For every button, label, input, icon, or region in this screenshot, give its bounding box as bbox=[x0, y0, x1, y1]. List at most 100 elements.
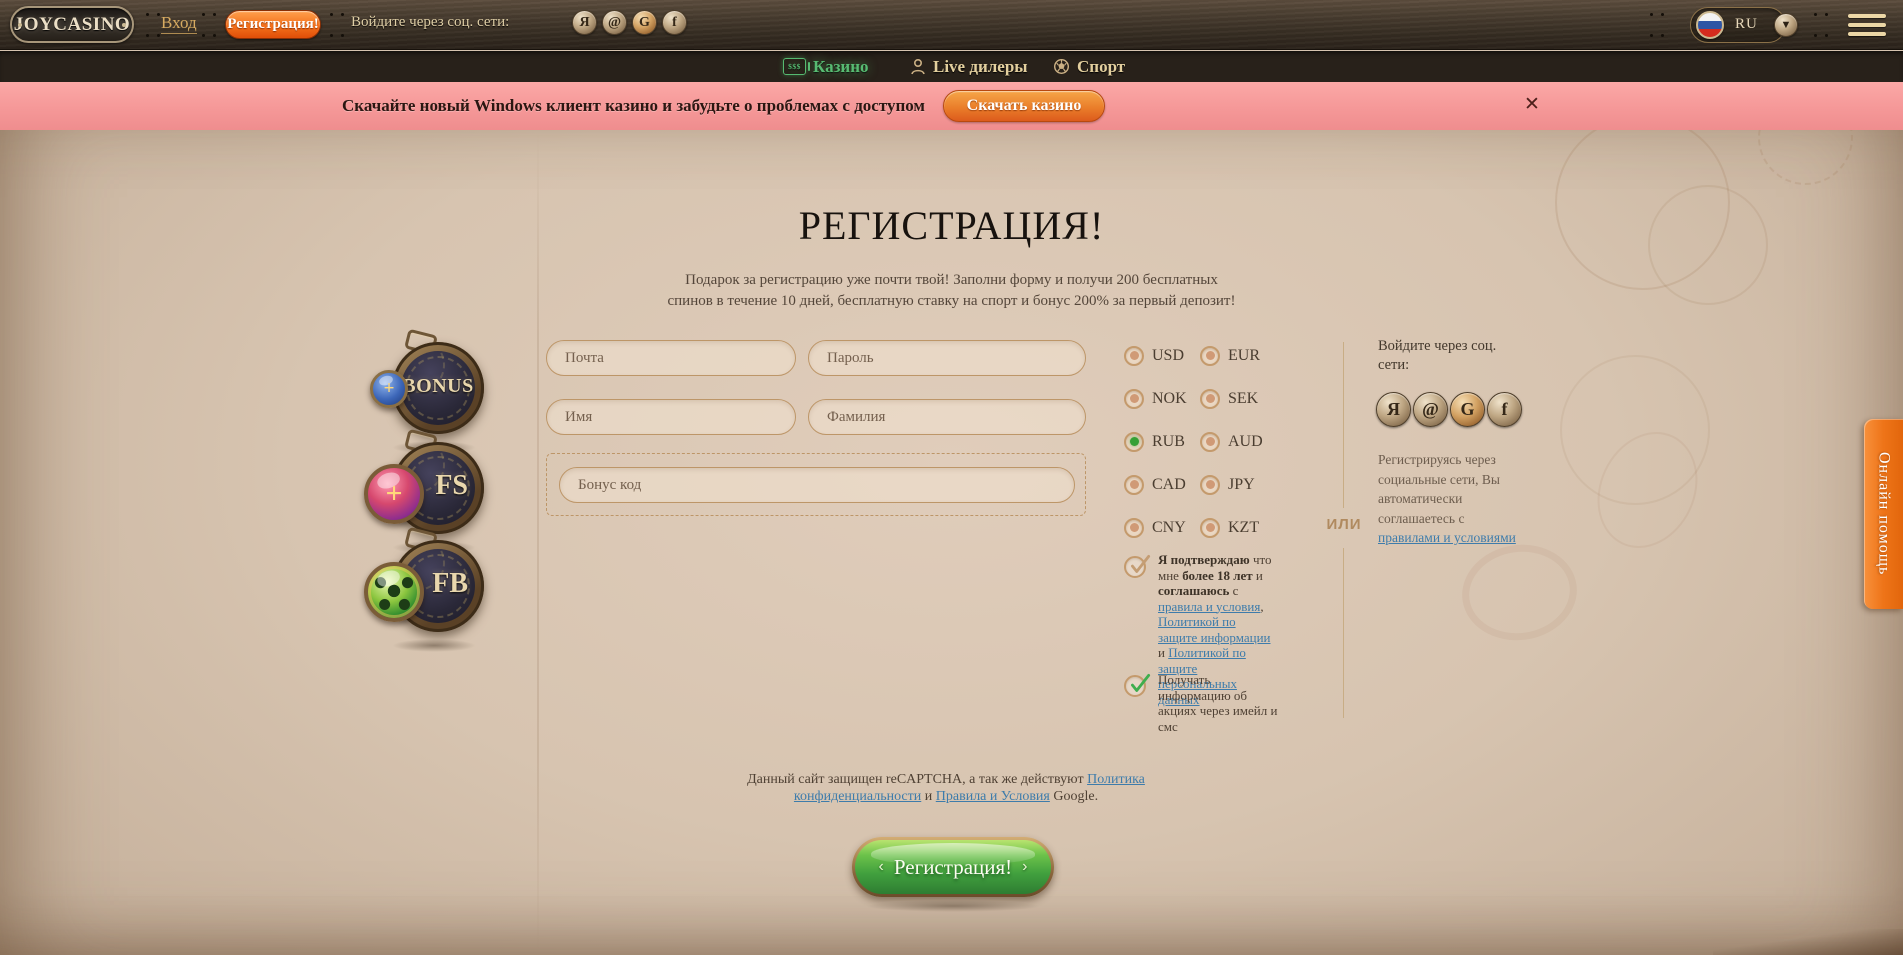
football-icon bbox=[1053, 58, 1070, 75]
currency-label: KZT bbox=[1228, 519, 1259, 537]
currency-label: CNY bbox=[1152, 519, 1186, 537]
bonus-code-container bbox=[546, 453, 1086, 516]
recaptcha-notice: Данный сайт защищен reCAPTCHA, а так же … bbox=[736, 772, 1156, 805]
currency-option-eur[interactable]: EUR bbox=[1200, 346, 1276, 366]
radio-icon bbox=[1124, 475, 1144, 495]
currency-label: NOK bbox=[1152, 390, 1187, 408]
currency-option-cny[interactable]: CNY bbox=[1124, 518, 1200, 538]
radio-icon bbox=[1200, 389, 1220, 409]
language-selector[interactable]: RU bbox=[1690, 7, 1786, 43]
currency-label: USD bbox=[1152, 347, 1184, 365]
tab-sport[interactable]: Спорт bbox=[1053, 51, 1125, 82]
checkmark-icon bbox=[1127, 552, 1153, 578]
last-name-input[interactable] bbox=[808, 399, 1086, 435]
radio-icon bbox=[1200, 518, 1220, 538]
terms-link[interactable]: правила и условия bbox=[1158, 599, 1260, 614]
chevron-down-icon[interactable]: ▼ bbox=[1774, 13, 1798, 37]
or-label: ИЛИ bbox=[1308, 516, 1380, 533]
rivet-decor bbox=[330, 13, 333, 16]
vertical-divider bbox=[1343, 548, 1344, 718]
registration-submit-button[interactable]: ‹ Регистрация! › bbox=[852, 837, 1054, 897]
currency-option-nok[interactable]: NOK bbox=[1124, 389, 1200, 409]
freespins-badge: FS + bbox=[372, 442, 484, 542]
terms-and-conditions-link[interactable]: правилами и условиями bbox=[1378, 530, 1516, 545]
vertical-divider bbox=[1343, 342, 1344, 508]
header-social-prompt: Войдите через соц. сети: bbox=[351, 14, 509, 31]
close-icon[interactable]: ✕ bbox=[1524, 93, 1540, 116]
yandex-icon[interactable]: Я bbox=[1376, 392, 1411, 427]
freespins-plus-icon: + bbox=[364, 464, 424, 524]
arrow-left-decor: ‹ bbox=[879, 858, 884, 876]
dealer-icon bbox=[910, 58, 926, 76]
currency-label: JPY bbox=[1228, 476, 1255, 494]
mailru-icon[interactable]: @ bbox=[1413, 392, 1448, 427]
first-name-input[interactable] bbox=[546, 399, 796, 435]
bonus-code-input[interactable] bbox=[559, 467, 1075, 503]
login-link[interactable]: Вход bbox=[161, 13, 197, 34]
currency-option-cad[interactable]: CAD bbox=[1124, 475, 1200, 495]
facebook-icon[interactable]: f bbox=[1487, 392, 1522, 427]
radio-icon bbox=[1200, 432, 1220, 452]
button-shadow-decor bbox=[866, 900, 1040, 912]
language-code: RU bbox=[1735, 16, 1758, 33]
rivet-decor bbox=[1650, 13, 1653, 16]
rivet-decor bbox=[1814, 13, 1817, 16]
download-casino-button[interactable]: Скачать казино bbox=[943, 90, 1105, 122]
page: { "header": { "logo_text": "JOYCASINO", … bbox=[0, 0, 1903, 955]
info-protection-policy-link[interactable]: Политикой по защите информации bbox=[1158, 614, 1271, 645]
password-input[interactable] bbox=[808, 340, 1086, 376]
social-login-icons: Я @ G f bbox=[1376, 392, 1522, 427]
currency-option-aud[interactable]: AUD bbox=[1200, 432, 1276, 452]
yandex-icon[interactable]: Я bbox=[572, 10, 597, 35]
google-icon[interactable]: G bbox=[632, 10, 657, 35]
bonus-plus-icon: + bbox=[370, 370, 408, 408]
badge-label: FB bbox=[432, 568, 468, 600]
sketch-flower-decor bbox=[1560, 355, 1710, 505]
subtitle: Подарок за регистрацию уже почти твой! З… bbox=[0, 270, 1903, 312]
currency-option-kzt[interactable]: KZT bbox=[1200, 518, 1276, 538]
mailru-icon[interactable]: @ bbox=[602, 10, 627, 35]
google-icon[interactable]: G bbox=[1450, 392, 1485, 427]
menu-icon[interactable] bbox=[1848, 14, 1886, 36]
age-terms-checkbox[interactable] bbox=[1124, 556, 1146, 578]
radio-icon bbox=[1124, 389, 1144, 409]
google-terms-link[interactable]: Правила и Условия bbox=[936, 789, 1050, 804]
tab-live-label: Live дилеры bbox=[933, 57, 1028, 77]
russian-flag-icon bbox=[1696, 11, 1724, 39]
slot-machine-icon: $$$ bbox=[783, 58, 806, 75]
paper-crease-decor bbox=[537, 130, 539, 955]
checkmark-icon bbox=[1127, 671, 1153, 697]
logo-text: JOYCASINO bbox=[14, 14, 130, 36]
currency-label: AUD bbox=[1228, 433, 1263, 451]
radio-icon bbox=[1200, 475, 1220, 495]
badge-label: BONUS bbox=[401, 375, 475, 398]
download-banner: Скачайте новый Windows клиент казино и з… bbox=[0, 82, 1903, 130]
rivet-decor bbox=[202, 13, 205, 16]
currency-label: RUB bbox=[1152, 433, 1185, 451]
stain-decor bbox=[1456, 537, 1583, 647]
promo-consent-checkbox[interactable] bbox=[1124, 675, 1146, 697]
header-social-icons: Я @ G f bbox=[572, 10, 687, 35]
facebook-icon[interactable]: f bbox=[662, 10, 687, 35]
currency-option-usd[interactable]: USD bbox=[1124, 346, 1200, 366]
freebet-badge: FB bbox=[372, 540, 484, 640]
page-title: РЕГИСТРАЦИЯ! bbox=[0, 202, 1903, 249]
submit-label: Регистрация! bbox=[894, 855, 1012, 880]
logo[interactable]: JOYCASINO bbox=[10, 6, 134, 43]
tab-casino-label: Казино bbox=[813, 57, 869, 77]
email-input[interactable] bbox=[546, 340, 796, 376]
tab-live-dealers[interactable]: Live дилеры bbox=[910, 51, 1028, 82]
header-register-button[interactable]: Регистрация! bbox=[225, 10, 321, 39]
currency-option-jpy[interactable]: JPY bbox=[1200, 475, 1276, 495]
online-help-tab[interactable]: Онлайн помощь bbox=[1864, 419, 1903, 609]
football-orb-icon bbox=[364, 562, 424, 622]
social-login-heading: Войдите через соц. сети: bbox=[1378, 337, 1500, 375]
social-login-note: Регистрируясь через социальные сети, Вы … bbox=[1378, 450, 1518, 548]
currency-label: SEK bbox=[1228, 390, 1258, 408]
tab-casino[interactable]: $$$ Казино bbox=[783, 51, 869, 82]
subtitle-line: Подарок за регистрацию уже почти твой! З… bbox=[0, 270, 1903, 291]
currency-option-rub[interactable]: RUB bbox=[1124, 432, 1200, 452]
currency-option-sek[interactable]: SEK bbox=[1200, 389, 1276, 409]
bonus-badge: BONUS + bbox=[372, 342, 484, 442]
subtitle-line: спинов в течение 10 дней, бесплатную ста… bbox=[0, 291, 1903, 312]
